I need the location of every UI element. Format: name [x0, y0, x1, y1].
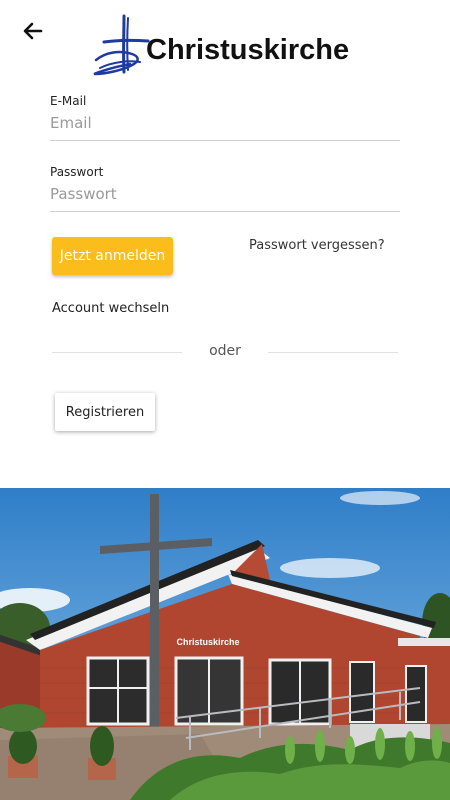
password-label: Passwort: [50, 165, 104, 179]
divider-text: oder: [209, 343, 241, 359]
forgot-password-link[interactable]: Passwort vergessen?: [249, 238, 385, 253]
back-button[interactable]: [18, 16, 48, 46]
church-sign-text: Christuskirche: [176, 637, 239, 647]
login-button[interactable]: Jetzt anmelden: [52, 237, 173, 275]
email-field-group: E-Mail: [50, 94, 400, 141]
email-label: E-Mail: [50, 94, 87, 108]
church-logo: Christuskirche: [90, 14, 370, 80]
register-button[interactable]: Registrieren: [55, 393, 155, 431]
email-input[interactable]: [50, 108, 400, 141]
password-field-group: Passwort: [50, 165, 400, 212]
switch-account-link[interactable]: Account wechseln: [52, 301, 169, 316]
church-photo: Christuskirche: [0, 488, 450, 800]
divider-line-right: [268, 352, 398, 353]
logo-text: Christuskirche: [146, 34, 350, 66]
password-input[interactable]: [50, 179, 400, 212]
arrow-left-icon: [23, 22, 43, 40]
divider-line-left: [52, 352, 182, 353]
